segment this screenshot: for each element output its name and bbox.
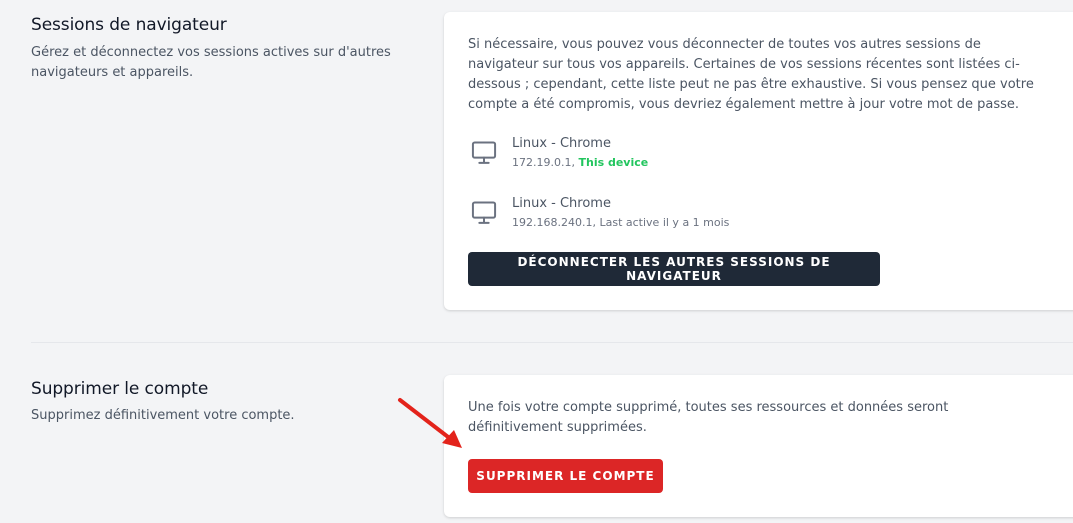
session-browser-name: Linux - Chrome xyxy=(512,136,611,151)
session-item: Linux - Chrome 192.168.240.1, Last activ… xyxy=(468,196,868,236)
session-item: Linux - Chrome 172.19.0.1, This device xyxy=(468,136,868,176)
delete-account-info-text: Une fois votre compte supprimé, toutes s… xyxy=(468,400,949,435)
delete-account-button[interactable]: Supprimer le compte xyxy=(468,459,663,493)
section-title: Sessions de navigateur xyxy=(31,15,227,35)
session-meta: 172.19.0.1, This device xyxy=(512,156,648,169)
desktop-icon xyxy=(471,201,497,224)
session-browser-name: Linux - Chrome xyxy=(512,196,611,211)
this-device-label: This device xyxy=(578,156,649,169)
session-ip: 192.168.240.1, xyxy=(512,216,596,229)
section-divider xyxy=(31,342,1073,343)
session-ip: 172.19.0.1, xyxy=(512,156,575,169)
section-description: Gérez et déconnectez vos sessions active… xyxy=(31,45,391,80)
sessions-info-text: Si nécessaire, vous pouvez vous déconnec… xyxy=(468,37,1034,112)
section-description: Supprimez définitivement votre compte. xyxy=(31,408,295,423)
browser-sessions-card: Si nécessaire, vous pouvez vous déconnec… xyxy=(444,12,1073,310)
section-title: Supprimer le compte xyxy=(31,379,209,399)
session-last-active: Last active il y a 1 mois xyxy=(599,216,730,229)
logout-other-sessions-button[interactable]: Déconnecter les autres sessions de navig… xyxy=(468,252,880,286)
desktop-icon xyxy=(471,141,497,164)
annotation-arrow-icon xyxy=(398,398,462,448)
session-meta: 192.168.240.1, Last active il y a 1 mois xyxy=(512,216,729,229)
delete-account-card: Une fois votre compte supprimé, toutes s… xyxy=(444,375,1073,517)
